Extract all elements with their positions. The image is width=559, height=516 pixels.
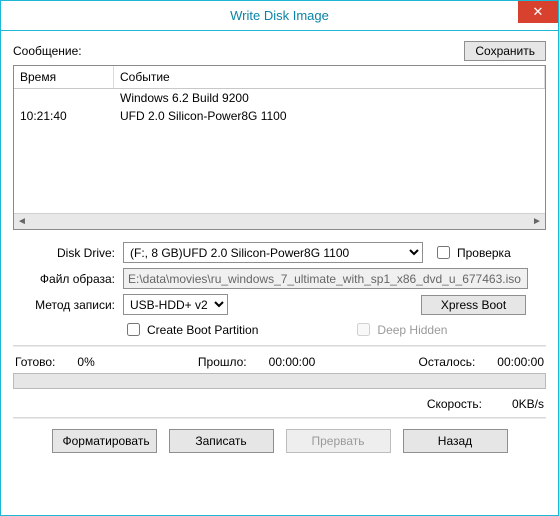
abort-button: Прервать [286,429,391,453]
verify-checkbox[interactable]: Проверка [433,243,511,262]
status-row: Готово: 0% Прошло: 00:00:00 Осталось: 00… [15,355,544,369]
elapsed-label: Прошло: [198,355,247,369]
divider [13,417,546,419]
ready-value: 0% [77,355,94,369]
scroll-track[interactable] [30,214,529,229]
verify-checkbox-label: Проверка [457,246,511,260]
progress-bar [13,373,546,389]
remain-value: 00:00:00 [497,355,544,369]
scroll-left-icon[interactable]: ◄ [14,214,30,229]
create-boot-partition-input[interactable] [127,323,140,336]
scroll-right-icon[interactable]: ► [529,214,545,229]
elapsed-value: 00:00:00 [269,355,316,369]
back-button[interactable]: Назад [403,429,508,453]
image-file-field [123,268,528,289]
write-method-label: Метод записи: [13,298,123,312]
disk-drive-label: Disk Drive: [13,246,123,260]
close-icon: ✕ [533,4,544,20]
ready-label: Готово: [15,355,55,369]
log-listview[interactable]: Время Событие Windows 6.2 Build 9200 10:… [13,65,546,230]
remain-label: Осталось: [419,355,476,369]
speed-value: 0KB/s [512,397,544,411]
speed-label: Скорость: [427,397,482,411]
deep-hidden-checkbox: Deep Hidden [353,320,447,339]
close-button[interactable]: ✕ [518,1,558,23]
xpress-boot-button[interactable]: Xpress Boot [421,295,526,315]
write-method-select[interactable]: USB-HDD+ v2 [123,294,228,315]
window-title: Write Disk Image [230,8,329,23]
log-cell-event: UFD 2.0 Silicon-Power8G 1100 [114,107,545,125]
format-button[interactable]: Форматировать [52,429,157,453]
log-cell-time: 10:21:40 [14,107,114,125]
disk-drive-select[interactable]: (F:, 8 GB)UFD 2.0 Silicon-Power8G 1100 [123,242,423,263]
verify-checkbox-input[interactable] [437,246,450,259]
divider [13,345,546,347]
button-row: Форматировать Записать Прервать Назад [13,429,546,453]
save-button[interactable]: Сохранить [464,41,546,61]
titlebar: Write Disk Image ✕ [1,1,558,31]
messages-label: Сообщение: [13,44,82,58]
write-button[interactable]: Записать [169,429,274,453]
log-header: Время Событие [14,66,545,89]
deep-hidden-label: Deep Hidden [377,323,447,337]
log-cell-time [14,89,114,107]
log-row[interactable]: 10:21:40 UFD 2.0 Silicon-Power8G 1100 [14,107,545,125]
log-row[interactable]: Windows 6.2 Build 9200 [14,89,545,107]
log-col-time[interactable]: Время [14,66,114,88]
create-boot-partition-checkbox[interactable]: Create Boot Partition [123,320,258,339]
log-body: Windows 6.2 Build 9200 10:21:40 UFD 2.0 … [14,89,545,213]
deep-hidden-input [357,323,370,336]
log-cell-event: Windows 6.2 Build 9200 [114,89,545,107]
horizontal-scrollbar[interactable]: ◄ ► [14,213,545,229]
create-boot-partition-label: Create Boot Partition [147,323,258,337]
image-file-label: Файл образа: [13,272,123,286]
log-col-event[interactable]: Событие [114,66,545,88]
